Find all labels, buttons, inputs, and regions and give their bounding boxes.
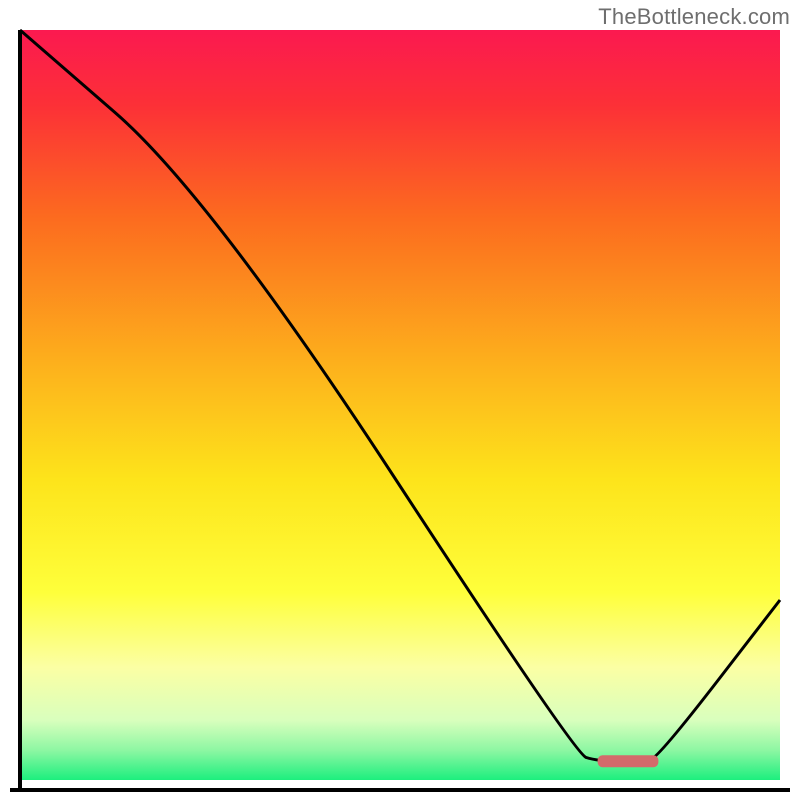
bottleneck-chart (0, 0, 800, 800)
watermark-text: TheBottleneck.com (598, 4, 790, 30)
gradient-background (20, 30, 780, 780)
optimal-marker (598, 755, 659, 767)
chart-container: TheBottleneck.com (0, 0, 800, 800)
